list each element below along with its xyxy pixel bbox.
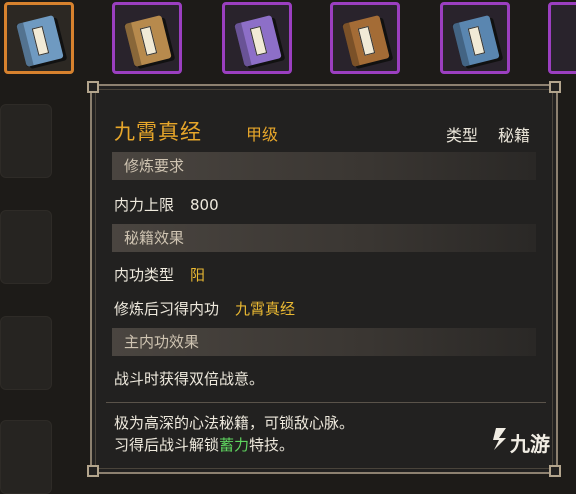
item-tooltip: 九霄真经 甲级 类型 秘籍 修炼要求 内力上限 800 秘籍效果 内功类型阳 修炼… [87, 81, 561, 477]
secret-book-icon [342, 15, 390, 67]
item-slot-1[interactable] [4, 2, 74, 74]
requirement-row: 内力上限 800 [114, 194, 219, 215]
secret-book-icon [452, 15, 500, 67]
section-requirements: 修炼要求 [112, 152, 536, 180]
item-grade: 甲级 [246, 125, 279, 144]
item-type-label: 类型 [446, 126, 479, 145]
neigong-type-row: 内功类型阳 [114, 264, 205, 285]
main-effect-text: 战斗时获得双倍战意。 [114, 370, 265, 388]
frame-corner [549, 81, 561, 93]
description-prefix: 习得后战斗解锁 [114, 436, 220, 454]
description-line-1: 极为高深的心法秘籍，可锁敌心脉。 [114, 414, 355, 432]
item-slot-4[interactable] [330, 2, 400, 74]
item-type-value: 秘籍 [498, 126, 531, 145]
description-line-2: 习得后战斗解锁蓄力特技。 [114, 434, 394, 456]
item-slot-2[interactable] [112, 2, 182, 74]
secret-book-icon [16, 15, 64, 67]
neili-label: 内力上限 [114, 196, 175, 214]
empty-item-slot[interactable] [0, 420, 52, 494]
empty-item-slot[interactable] [0, 316, 52, 390]
neigong-type-value: 阳 [190, 266, 206, 284]
section-main-effect: 主内功效果 [112, 328, 536, 356]
divider [106, 402, 546, 403]
learn-row: 修炼后习得内功 九霄真经 [114, 298, 295, 319]
section-effects: 秘籍效果 [112, 224, 536, 252]
description-suffix: 特技。 [249, 436, 295, 454]
item-title: 九霄真经 [114, 120, 202, 144]
frame-corner [549, 465, 561, 477]
learn-label: 修炼后习得内功 [114, 300, 220, 318]
item-slot-5[interactable] [440, 2, 510, 74]
empty-item-slot[interactable] [0, 210, 52, 284]
frame-corner [87, 81, 99, 93]
item-slot-6[interactable] [548, 2, 576, 74]
item-slot-3[interactable] [222, 2, 292, 74]
empty-item-slot[interactable] [0, 104, 52, 178]
neili-value: 800 [190, 196, 219, 214]
watermark-text: 九游 [510, 432, 550, 456]
skill-highlight: 蓄力 [219, 436, 250, 454]
neigong-type-label: 内功类型 [114, 266, 175, 284]
item-description: 极为高深的心法秘籍，可锁敌心脉。 习得后战斗解锁蓄力特技。 [114, 412, 394, 456]
watermark-logo-icon [493, 428, 506, 450]
secret-book-icon [124, 15, 172, 67]
secret-book-icon [234, 15, 282, 67]
learn-value: 九霄真经 [235, 300, 296, 318]
frame-corner [87, 465, 99, 477]
